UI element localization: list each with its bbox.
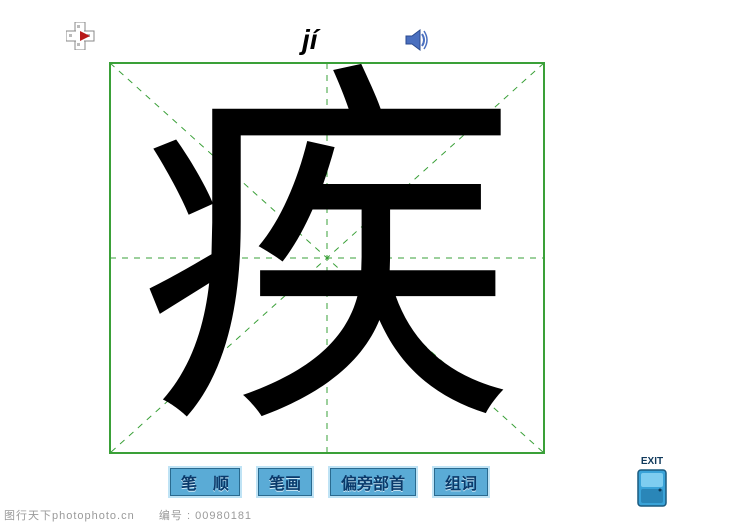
exit-label: EXIT: [637, 456, 667, 467]
character-display: 疾: [109, 62, 545, 454]
app-logo-icon: [66, 22, 96, 55]
stroke-order-button[interactable]: 笔 顺: [170, 468, 240, 496]
radical-button[interactable]: 偏旁部首: [330, 468, 416, 496]
exit-door-button[interactable]: [637, 469, 667, 507]
character-grid: 疾: [109, 62, 545, 454]
action-button-row: 笔 顺 笔画 偏旁部首 组词: [170, 468, 488, 496]
footer-watermark: 图行天下photophoto.cn 编号 : 00980181: [4, 507, 252, 523]
strokes-button[interactable]: 笔画: [258, 468, 312, 496]
footer-id-value: 00980181: [195, 510, 252, 522]
footer-id-label: 编号: [159, 510, 183, 522]
footer-site: 图行天下photophoto.cn: [4, 510, 135, 522]
words-button[interactable]: 组词: [434, 468, 488, 496]
exit-block: EXIT: [637, 456, 667, 507]
